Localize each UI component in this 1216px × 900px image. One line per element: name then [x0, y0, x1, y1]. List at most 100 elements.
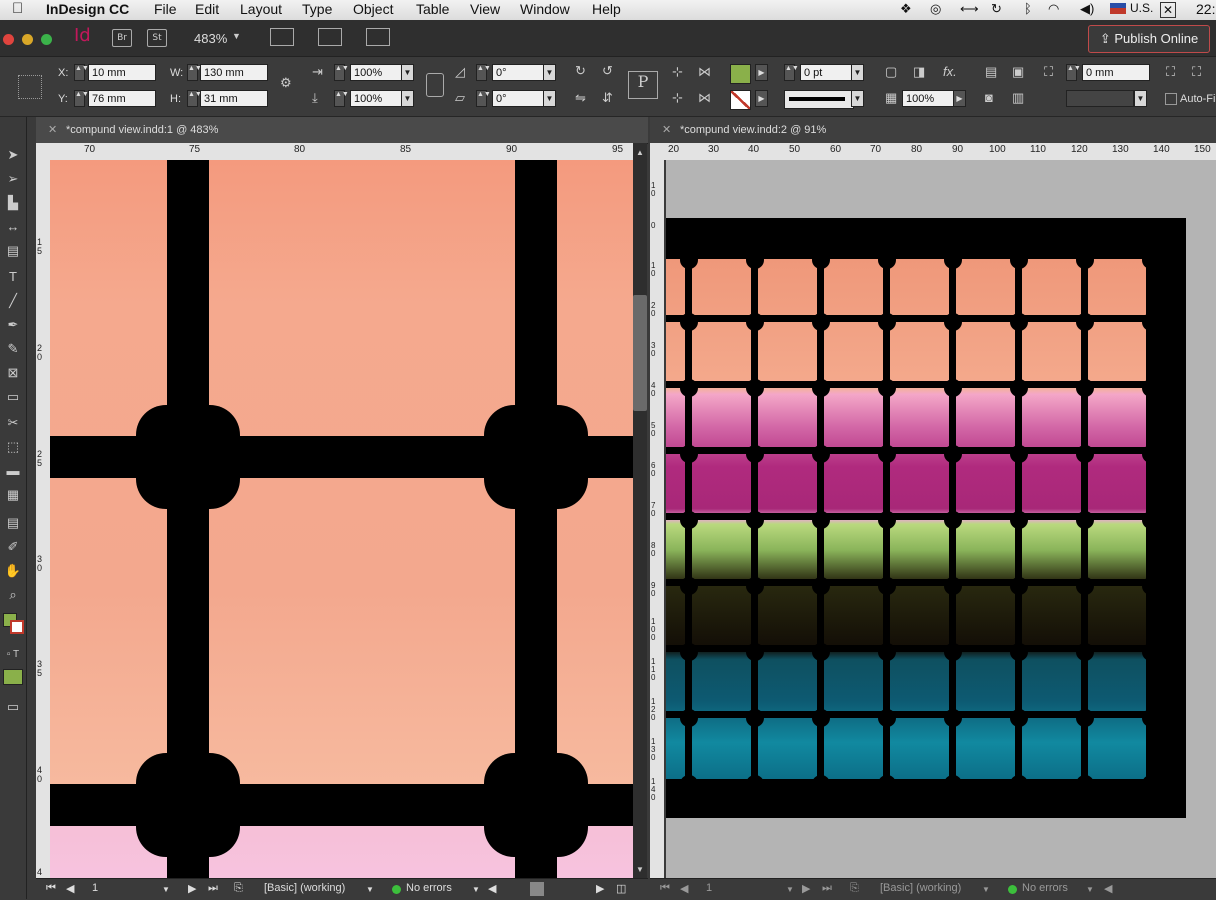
wifi-icon[interactable]: ◠	[1048, 1, 1059, 17]
landscape-image-frame[interactable]	[666, 259, 1146, 779]
stroke-type-field[interactable]	[784, 90, 854, 109]
select-previous-icon[interactable]: ⋈	[698, 90, 711, 106]
open-page-icon[interactable]: ⎘	[850, 882, 859, 895]
previous-page-icon[interactable]: ◀	[680, 882, 688, 895]
formatting-affects-container-icon[interactable]: ▫ T	[2, 645, 24, 665]
document-page[interactable]	[666, 218, 1186, 818]
select-next-icon[interactable]: ⋈	[698, 64, 711, 80]
stroke-weight-field[interactable]: 0 pt	[800, 64, 852, 81]
fill-swatch[interactable]	[730, 64, 751, 84]
arrange-documents-icon[interactable]	[366, 28, 390, 46]
fitting-type-field[interactable]	[1066, 90, 1134, 107]
sync-icon[interactable]: ⟷	[960, 1, 979, 17]
horizontal-scroll-thumb[interactable]	[530, 882, 544, 896]
previous-page-icon[interactable]: ◀	[66, 882, 74, 895]
scale-x-field[interactable]: 100%	[350, 64, 402, 81]
rectangle-frame-tool-icon[interactable]: ⊠	[2, 363, 24, 383]
close-tab-icon[interactable]: ✕	[662, 117, 671, 143]
close-tab-icon[interactable]: ✕	[48, 117, 57, 143]
text-wrap-jump-icon[interactable]: ▥	[1012, 90, 1024, 106]
preflight-errors[interactable]: No errors	[1022, 882, 1068, 894]
menu-table[interactable]: Table	[416, 1, 449, 17]
gradient-swatch-tool-icon[interactable]: ▬	[2, 461, 24, 481]
scroll-up-icon[interactable]: ▲	[636, 148, 644, 157]
select-content-icon[interactable]: ⊹	[672, 90, 683, 106]
rotate-field[interactable]: 0°	[492, 64, 544, 81]
rotate-ccw-icon[interactable]: ↺	[602, 63, 613, 79]
gradient-feather-tool-icon[interactable]: ▦	[2, 485, 24, 505]
apple-icon[interactable]: 	[12, 0, 23, 17]
eyedropper-tool-icon[interactable]: ✐	[2, 537, 24, 557]
w-field[interactable]: 130 mm	[200, 64, 268, 81]
bridge-button[interactable]: Br	[112, 29, 132, 47]
text-wrap-shape-icon[interactable]: ◙	[985, 90, 993, 105]
pen-tool-icon[interactable]: ✒	[2, 315, 24, 335]
scale-x-dropdown[interactable]: ▼	[401, 64, 414, 81]
close-window-button[interactable]	[3, 34, 14, 45]
link-scale-icon[interactable]	[426, 73, 444, 97]
w-stepper[interactable]: ▲▼	[187, 64, 202, 81]
zoom-window-button[interactable]	[41, 34, 52, 45]
scroll-left-icon[interactable]: ◀	[1104, 882, 1112, 895]
offset-field[interactable]: 0 mm	[1082, 64, 1150, 81]
split-window-icon[interactable]: ◫	[616, 882, 626, 895]
last-page-icon[interactable]: ⏭	[822, 882, 832, 895]
preflight-dropdown-icon[interactable]: ▼	[366, 885, 374, 894]
grid-intersection[interactable]	[484, 405, 588, 509]
selection-tool-icon[interactable]: ➤	[2, 145, 24, 165]
close-box-icon[interactable]: ✕	[1160, 2, 1177, 18]
input-source[interactable]: U.S.	[1130, 1, 1153, 15]
scroll-down-icon[interactable]: ▼	[636, 865, 644, 874]
stroke-weight-dropdown[interactable]: ▼	[851, 64, 864, 81]
menu-help[interactable]: Help	[592, 1, 621, 17]
page-dropdown-icon[interactable]: ▼	[786, 885, 794, 894]
document-canvas-overview[interactable]	[666, 160, 1216, 878]
page-number-field[interactable]: 1	[92, 882, 98, 894]
dropbox-icon[interactable]: ❖	[900, 1, 912, 17]
app-menu[interactable]: InDesign CC	[46, 1, 129, 17]
y-stepper[interactable]: ▲▼	[74, 90, 89, 107]
grid-intersection[interactable]	[484, 753, 588, 857]
rotate-stepper[interactable]: ▲▼	[476, 64, 491, 81]
clock[interactable]: 22:	[1196, 1, 1215, 17]
zoom-chevron-down-icon[interactable]: ▼	[232, 31, 241, 41]
menu-object[interactable]: Object	[353, 1, 393, 17]
page-number-field[interactable]: 1	[706, 882, 712, 894]
paragraph-p-icon[interactable]: P	[628, 71, 658, 99]
time-machine-icon[interactable]: ↻	[991, 1, 1002, 17]
grid-intersection[interactable]	[136, 405, 240, 509]
stroke-weight-stepper[interactable]: ▲▼	[784, 64, 799, 81]
free-transform-tool-icon[interactable]: ⬚	[2, 437, 24, 457]
rotate-cw-icon[interactable]: ↻	[575, 63, 586, 79]
menu-view[interactable]: View	[470, 1, 500, 17]
grid-intersection[interactable]	[136, 753, 240, 857]
scroll-left-icon[interactable]: ◀	[488, 882, 496, 895]
creative-cloud-icon[interactable]: ◎	[930, 1, 941, 17]
h-field[interactable]: 31 mm	[200, 90, 268, 107]
menu-layout[interactable]: Layout	[240, 1, 282, 17]
stroke-type-dropdown[interactable]: ▼	[851, 90, 864, 107]
x-stepper[interactable]: ▲▼	[74, 64, 89, 81]
minimize-window-button[interactable]	[22, 34, 33, 45]
preflight-profile[interactable]: [Basic] (working)	[264, 882, 345, 894]
stock-button[interactable]: St	[147, 29, 167, 47]
menu-edit[interactable]: Edit	[195, 1, 219, 17]
scale-y-dropdown[interactable]: ▼	[401, 90, 414, 107]
zoom-tool-icon[interactable]: ⌕	[2, 585, 24, 605]
rotate-dropdown[interactable]: ▼	[543, 64, 556, 81]
open-page-icon[interactable]: ⎘	[234, 882, 243, 895]
scissors-tool-icon[interactable]: ✂	[2, 413, 24, 433]
stroke-swatch[interactable]	[730, 90, 751, 110]
fill-dropdown[interactable]: ▶	[755, 64, 768, 81]
gap-tool-icon[interactable]: ↔	[2, 217, 24, 237]
fill-frame-icon[interactable]: ⛶	[1166, 64, 1175, 80]
shear-field[interactable]: 0°	[492, 90, 544, 107]
drop-shadow-fill-icon[interactable]: ◨	[913, 64, 925, 80]
page-tool-icon[interactable]: ▙	[2, 193, 24, 213]
preflight-errors[interactable]: No errors	[406, 882, 452, 894]
first-page-icon[interactable]: ⏮	[660, 882, 670, 895]
rectangle-tool-icon[interactable]: ▭	[2, 387, 24, 407]
next-page-icon[interactable]: ▶	[188, 882, 196, 895]
text-wrap-none-icon[interactable]: ▤	[985, 64, 997, 80]
drop-shadow-icon[interactable]: ▢	[885, 64, 897, 80]
